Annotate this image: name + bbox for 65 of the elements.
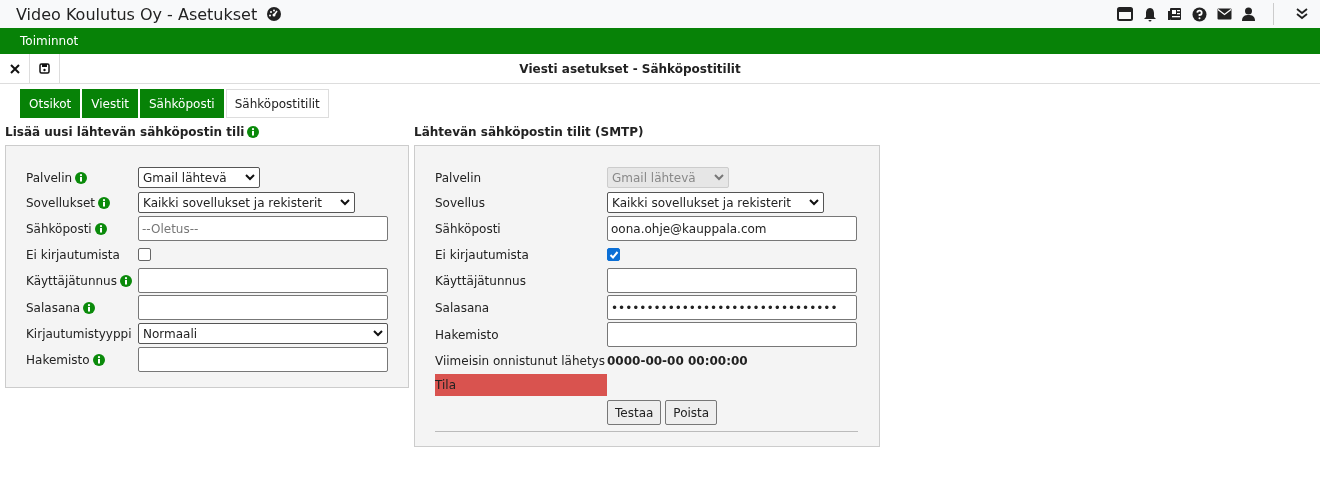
field-label: Ei kirjautumista [26,247,120,262]
checkbox[interactable] [138,248,151,261]
dropdown[interactable]: Kaikki sovellukset ja rekisterit [607,192,824,213]
input-field[interactable] [607,322,857,347]
caret-icon [340,199,350,206]
close-icon [9,63,20,74]
field-label: Sovellus [435,195,485,210]
user-icon[interactable] [1242,7,1255,21]
window-title: Video Koulutus Oy - Asetukset [16,4,258,24]
caret-icon [244,174,255,181]
input-field[interactable] [607,268,857,293]
info-icon[interactable] [119,274,132,287]
page-title: Viesti asetukset - Sähköpostitilit [518,61,742,76]
help-icon[interactable] [1192,6,1207,22]
window-icon[interactable] [1117,7,1133,21]
save-icon [39,63,50,74]
input-field[interactable] [138,295,388,320]
newspaper-icon[interactable] [1167,7,1182,21]
field-value: 0000-00-00 00:00:00 [607,353,748,368]
tab[interactable]: Sähköpostitilit [225,89,329,118]
dashboard-icon[interactable] [266,6,283,22]
field-label: Käyttäjätunnus [26,273,117,288]
info-icon[interactable] [98,196,110,209]
field-label: Viimeisin onnistunut lähetys [435,353,605,368]
dropdown[interactable]: Normaali [138,323,388,344]
info-icon[interactable] [83,301,96,314]
dropdown[interactable]: Gmail lähtevä [138,167,260,188]
field-label: Palvelin [26,170,73,185]
mail-icon[interactable] [1217,8,1232,20]
field-label: Ei kirjautumista [435,247,529,262]
input-field[interactable]: •••••••••••••••••••••••••••••••• [607,295,857,320]
info-icon[interactable] [92,353,105,366]
caret-icon [809,199,819,206]
bell-icon[interactable] [1143,6,1157,22]
tab[interactable]: Viestit [82,89,138,118]
field-label: Sähköposti [435,221,501,236]
action-button[interactable]: Poista [665,400,718,425]
input-field[interactable]: oona.ohje@kauppala.com [607,216,857,241]
input-field[interactable] [138,347,388,372]
section-heading: Lähtevän sähköpostin tilit (SMTP) [414,125,644,139]
info-icon[interactable] [75,171,88,184]
checkbox[interactable] [607,248,620,261]
field-label: Hakemisto [26,352,90,367]
info-icon[interactable] [94,222,107,235]
caret-icon [713,174,724,181]
info-icon[interactable] [247,126,260,138]
dropdown[interactable]: Kaikki sovellukset ja rekisterit [138,192,355,213]
tab[interactable]: Otsikot [20,89,81,118]
input-field[interactable]: --Oletus-- [138,216,388,241]
field-label: Käyttäjätunnus [435,273,526,288]
status-label: Tila [435,374,607,396]
caret-icon [373,330,383,337]
field-label: Sovellukset [26,195,95,210]
menu-item[interactable]: Toiminnot [20,34,79,48]
field-label: Kirjautumistyyppi [26,326,132,341]
field-label: Salasana [435,300,490,315]
action-button[interactable]: Testaa [607,400,662,425]
input-field[interactable] [138,268,388,293]
field-label: Palvelin [435,170,482,185]
chevron-down-icon[interactable] [1296,8,1308,20]
tab[interactable]: Sähköposti [140,89,224,118]
field-label: Sähköposti [26,221,92,236]
field-label: Salasana [26,300,81,315]
section-heading: Lisää uusi lähtevän sähköpostin tili [5,125,245,139]
field-label: Hakemisto [435,327,499,342]
